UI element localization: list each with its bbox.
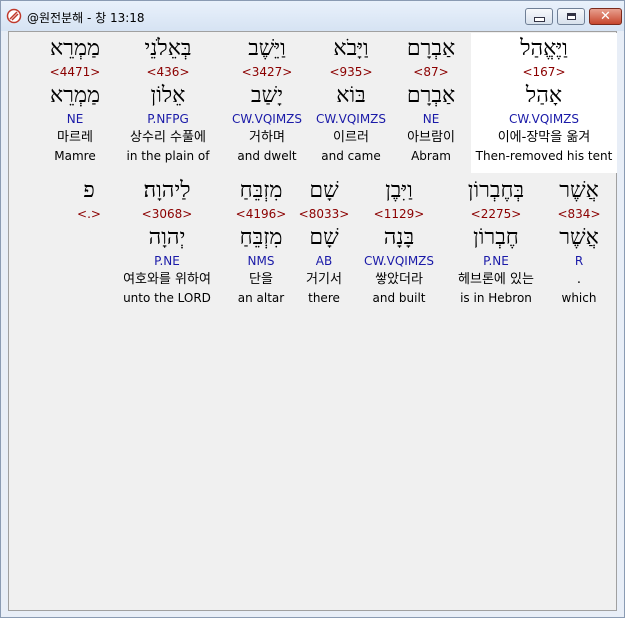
word-cell[interactable]: וַיָּבֹא <935> בּוֹא CW.VQIMZS 이르러 and c…	[311, 34, 391, 164]
hebrew-lemma: מִזְבֵּחַ	[239, 225, 283, 250]
korean-gloss: 이르러	[333, 130, 369, 145]
hebrew-word: מִזְבֵּחַ	[239, 178, 283, 203]
korean-gloss: 아브람이	[407, 130, 455, 145]
interlinear-panel: וַיֶּאֱהַל <167> אָהַל CW.VQIMZS 이에-장막을 …	[8, 31, 617, 611]
english-gloss: and came	[321, 149, 381, 163]
hebrew-word: וַיִּבֶן	[385, 178, 413, 203]
parsing-code: P.NE	[483, 254, 509, 268]
close-button[interactable]: ✕	[589, 8, 622, 25]
hebrew-word: מַמְרֵא	[49, 36, 101, 61]
parsing-code: P.NE	[154, 254, 180, 268]
korean-gloss: 마르레	[57, 130, 93, 145]
word-cell[interactable]: מַמְרֵא <4471> מַמְרֵא NE 마르레 Mamre	[39, 34, 111, 164]
english-gloss: and built	[372, 291, 426, 305]
english-gloss: in the plain of	[126, 149, 210, 163]
english-gloss: Then-removed his tent	[475, 149, 613, 163]
strong-number[interactable]: <3427>	[223, 64, 311, 81]
parsing-code: CW.VQIMZS	[508, 112, 580, 126]
korean-gloss: 이에-장막을 옮겨	[497, 130, 591, 145]
maximize-icon	[566, 13, 576, 20]
korean-gloss: 거하며	[249, 130, 285, 145]
word-cell[interactable]: וַיֵּשֶׁב <3427> יָשַׁב CW.VQIMZS 거하며 an…	[223, 34, 311, 164]
hebrew-word: אַבְרָם	[406, 36, 456, 61]
word-cell[interactable]: וַיֶּאֱהַל <167> אָהַל CW.VQIMZS 이에-장막을 …	[471, 34, 617, 164]
strong-number[interactable]: <4471>	[39, 64, 111, 81]
strong-number[interactable]: <834>	[551, 206, 607, 223]
hebrew-lemma: אֵלוֹן	[150, 83, 186, 108]
strong-number[interactable]: <2275>	[445, 206, 547, 223]
korean-gloss: 거기서	[306, 272, 342, 287]
hebrew-lemma: אֲשֶׁר	[559, 225, 599, 250]
strong-number[interactable]: <87>	[391, 64, 471, 81]
english-gloss: Abram	[411, 149, 451, 163]
word-cell[interactable]: וַיִּבֶן <1129> בָּנָה CW.VQIMZS 쌓았더라 an…	[357, 176, 441, 306]
parsing-code: NMS	[247, 254, 275, 268]
english-gloss: and dwelt	[237, 149, 297, 163]
minimize-button[interactable]	[525, 8, 553, 25]
hebrew-word: וַיֵּשֶׁב	[248, 36, 286, 61]
korean-gloss: .	[576, 272, 582, 287]
hebrew-lemma: בּוֹא	[336, 83, 366, 108]
hebrew-word: וַיָּבֹא	[333, 36, 369, 61]
maximize-button[interactable]	[557, 8, 585, 25]
hebrew-word: אֲשֶׁר	[559, 178, 599, 203]
parsing-code: R	[574, 254, 584, 268]
hebrew-lemma: יָשַׁב	[251, 83, 283, 108]
parsing-code: NE	[66, 112, 84, 126]
parsing-code: NE	[422, 112, 440, 126]
korean-gloss: 여호와를 위하여	[123, 272, 211, 287]
strong-number[interactable]: <935>	[311, 64, 391, 81]
strong-number[interactable]: <.>	[73, 206, 105, 223]
hebrew-lemma: חֶבְרוֹן	[473, 225, 519, 250]
parsing-code: CW.VQIMZS	[363, 254, 435, 268]
hebrew-lemma: שָׁם	[309, 225, 339, 250]
strong-number[interactable]: <4196>	[227, 206, 295, 223]
korean-gloss: 헤브론에 있는	[458, 272, 534, 287]
korean-gloss: 상수리 수풀에	[130, 130, 206, 145]
korean-gloss: 쌓았더라	[375, 272, 423, 287]
word-cell[interactable]: מִזְבֵּחַ <4196> מִזְבֵּחַ NMS 단을 an alt…	[227, 176, 295, 306]
parsing-code: AB	[315, 254, 333, 268]
word-cell[interactable]: שָׁם <8033> שָׁם AB 거기서 there	[295, 176, 353, 306]
minimize-icon	[533, 17, 545, 22]
hebrew-lemma: אָהַל	[525, 83, 563, 108]
hebrew-lemma: בָּנָה	[383, 225, 415, 250]
title-bar[interactable]: @원전분해 - 창 13:18 ✕	[1, 1, 624, 31]
hebrew-word: לַיהוָה׃	[143, 178, 191, 203]
app-logo-icon	[6, 8, 22, 24]
close-icon: ✕	[600, 9, 611, 24]
word-cell[interactable]: אַבְרָם <87> אַבְרָם NE 아브람이 Abram	[391, 34, 471, 164]
word-cell[interactable]: בְּחֶבְרוֹן <2275> חֶבְרוֹן P.NE 헤브론에 있는…	[445, 176, 547, 306]
strong-number[interactable]: <8033>	[295, 206, 353, 223]
parsing-code: CW.VQIMZS	[315, 112, 387, 126]
english-gloss: unto the LORD	[123, 291, 211, 305]
word-cell[interactable]: אֲשֶׁר <834> אֲשֶׁר R . which	[551, 176, 607, 306]
strong-number[interactable]: <3068>	[111, 206, 223, 223]
parsing-code: CW.VQIMZS	[231, 112, 303, 126]
hebrew-word: שָׁם	[309, 178, 339, 203]
word-cell[interactable]: פ <.>	[73, 176, 105, 223]
english-gloss: which	[561, 291, 597, 305]
hebrew-lemma: אַבְרָם	[406, 83, 456, 108]
app-window: @원전분해 - 창 13:18 ✕ וַיֶּאֱהַל <167> אָהַל…	[0, 0, 625, 618]
hebrew-word: וַיֶּאֱהַל	[520, 36, 568, 61]
hebrew-word: בְּחֶבְרוֹן	[467, 178, 525, 203]
hebrew-lemma: יְהוָה	[148, 225, 186, 250]
strong-number[interactable]: <1129>	[357, 206, 441, 223]
english-gloss: Mamre	[54, 149, 96, 163]
strong-number[interactable]: <167>	[471, 64, 617, 81]
strong-number[interactable]: <436>	[113, 64, 223, 81]
hebrew-word: פ	[83, 178, 95, 203]
korean-gloss: 단을	[249, 272, 273, 287]
window-title: @원전분해 - 창 13:18	[27, 11, 145, 25]
word-cell[interactable]: בְּאֵלֹנֵי <436> אֵלוֹן P.NFPG 상수리 수풀에 i…	[113, 34, 223, 164]
english-gloss: is in Hebron	[460, 291, 532, 305]
word-cell[interactable]: לַיהוָה׃ <3068> יְהוָה P.NE 여호와를 위하여 unt…	[111, 176, 223, 306]
hebrew-lemma: מַמְרֵא	[49, 83, 101, 108]
english-gloss: an altar	[237, 291, 285, 305]
hebrew-word: בְּאֵלֹנֵי	[144, 36, 192, 61]
english-gloss: there	[308, 291, 340, 305]
parsing-code: P.NFPG	[147, 112, 189, 126]
